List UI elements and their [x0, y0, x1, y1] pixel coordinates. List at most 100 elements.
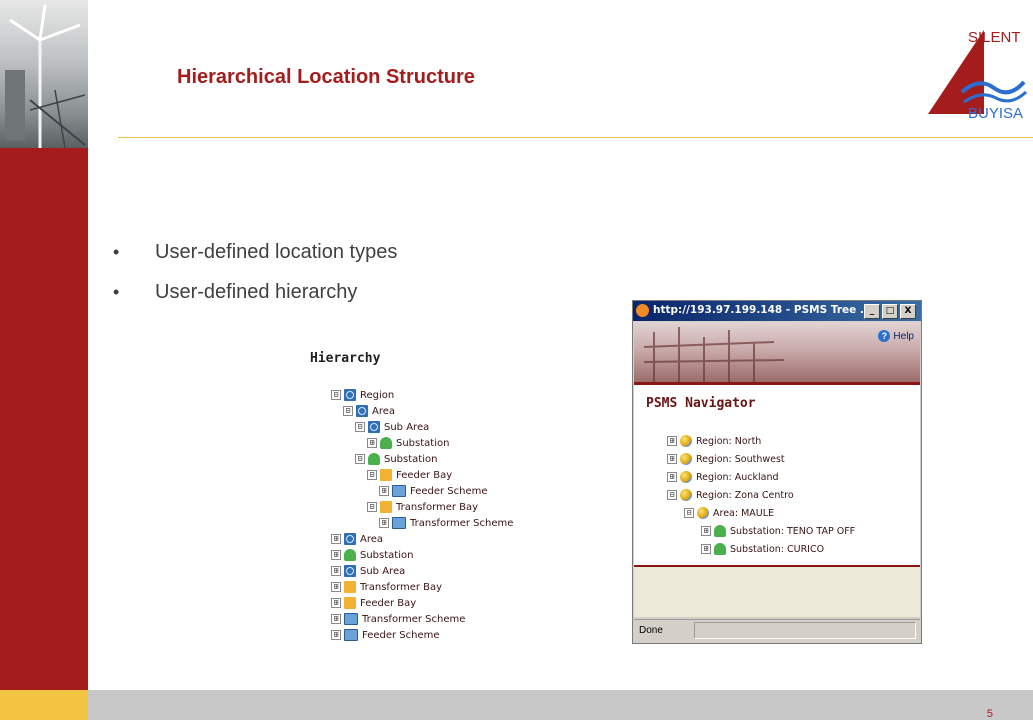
tree-node-label: Area	[360, 533, 384, 545]
tree-node[interactable]: ⊟ Area	[343, 403, 395, 419]
tree-node[interactable]: ⊞ Area	[331, 531, 383, 547]
navigator-node[interactable]: ⊟ Region: Zona Centro	[667, 487, 794, 503]
collapse-toggle-icon[interactable]: ⊟	[355, 454, 365, 464]
expand-toggle-icon[interactable]: ⊞	[667, 454, 677, 464]
bullet-list: • User-defined location types • User-defin…	[113, 236, 397, 316]
tree-node[interactable]: ⊟ Transformer Bay	[367, 499, 478, 515]
scheme-icon	[392, 485, 406, 497]
tree-node[interactable]: ⊞ Substation	[367, 435, 449, 451]
expand-toggle-icon[interactable]: ⊞	[701, 526, 711, 536]
slide-title: Hierarchical Location Structure	[177, 66, 475, 88]
browser-titlebar[interactable]: http://193.97.199.148 - PSMS Tree ... _ …	[633, 301, 921, 321]
bullet-item: • User-defined location types	[113, 236, 397, 276]
collapse-toggle-icon[interactable]: ⊟	[343, 406, 353, 416]
navigator-node[interactable]: ⊞ Region: North	[667, 433, 761, 449]
footer-bar	[88, 690, 1033, 720]
tree-node-label: Feeder Bay	[396, 469, 453, 481]
navigator-node-label: Region: Southwest	[696, 453, 785, 465]
tree-node[interactable]: ⊞ Transformer Scheme	[331, 611, 465, 627]
navigator-title: PSMS Navigator	[646, 396, 756, 411]
area-icon	[344, 565, 356, 577]
substation-icon	[344, 549, 356, 561]
expand-toggle-icon[interactable]: ⊞	[367, 438, 377, 448]
digsilent-buyisa-logo: SILENT DIG BUYISA	[928, 29, 1028, 122]
tree-node[interactable]: ⊞ Substation	[331, 547, 413, 563]
navigator-node[interactable]: ⊟ Area: MAULE	[684, 505, 774, 521]
tree-node[interactable]: ⊟ Region	[331, 387, 394, 403]
tree-node-label: Region	[360, 389, 395, 401]
globe-icon	[680, 435, 692, 447]
logo-top-text: SILENT	[968, 29, 1021, 46]
expand-toggle-icon[interactable]: ⊞	[331, 614, 341, 624]
tree-node-label: Substation	[360, 549, 414, 561]
tree-node-label: Sub Area	[360, 565, 406, 577]
browser-window: http://193.97.199.148 - PSMS Tree ... _ …	[632, 300, 922, 644]
tree-node-label: Feeder Scheme	[410, 485, 488, 497]
bullet-text: User-defined location types	[155, 241, 398, 263]
bullet-text: User-defined hierarchy	[155, 281, 358, 303]
globe-icon	[680, 453, 692, 465]
expand-toggle-icon[interactable]: ⊞	[667, 436, 677, 446]
area-icon	[368, 421, 380, 433]
navigator-node-label: Region: Auckland	[696, 471, 779, 483]
scheme-icon	[392, 517, 406, 529]
browser-content: PSMS Navigator ⊞ Region: North ⊞ Region: So…	[634, 385, 920, 565]
navigator-node-label: Region: North	[696, 435, 762, 447]
title-divider	[118, 137, 1033, 138]
expand-toggle-icon[interactable]: ⊞	[379, 486, 389, 496]
wind-turbine-illustration	[5, 4, 86, 148]
close-button[interactable]: X	[900, 304, 916, 319]
status-cell	[694, 622, 916, 639]
tree-node[interactable]: ⊟ Sub Area	[355, 419, 429, 435]
expand-toggle-icon[interactable]: ⊞	[331, 598, 341, 608]
collapse-toggle-icon[interactable]: ⊟	[355, 422, 365, 432]
status-text: Done	[639, 625, 663, 636]
bullet-icon: •	[113, 242, 120, 262]
scheme-icon	[344, 629, 358, 641]
tree-node-label: Transformer Bay	[360, 581, 443, 593]
tree-node-label: Feeder Scheme	[362, 629, 440, 641]
expand-toggle-icon[interactable]: ⊞	[331, 630, 341, 640]
tree-node[interactable]: ⊞ Feeder Scheme	[331, 627, 440, 643]
collapse-toggle-icon[interactable]: ⊟	[684, 508, 694, 518]
collapse-toggle-icon[interactable]: ⊟	[667, 490, 677, 500]
expand-toggle-icon[interactable]: ⊞	[331, 550, 341, 560]
logo-side-text: DIG	[928, 55, 945, 82]
expand-toggle-icon[interactable]: ⊞	[667, 472, 677, 482]
navigator-node[interactable]: ⊞ Substation: TENO TAP OFF	[701, 523, 855, 539]
tree-node[interactable]: ⊟ Substation	[355, 451, 437, 467]
navigator-node[interactable]: ⊞ Region: Southwest	[667, 451, 785, 467]
browser-banner: ? Help	[634, 322, 920, 382]
tree-node[interactable]: ⊞ Transformer Scheme	[379, 515, 513, 531]
navigator-node-label: Region: Zona Centro	[696, 489, 794, 501]
status-bar: Done	[634, 619, 920, 642]
tree-node[interactable]: ⊞ Feeder Bay	[331, 595, 416, 611]
navigator-node[interactable]: ⊞ Substation: CURICO	[701, 541, 824, 557]
help-link[interactable]: ? Help	[878, 330, 914, 342]
collapse-toggle-icon[interactable]: ⊟	[367, 502, 377, 512]
tree-node[interactable]: ⊞ Transformer Bay	[331, 579, 442, 595]
expand-toggle-icon[interactable]: ⊞	[701, 544, 711, 554]
minimize-button[interactable]: _	[864, 304, 880, 319]
navigator-node[interactable]: ⊞ Region: Auckland	[667, 469, 779, 485]
page-number: 5	[986, 708, 993, 720]
expand-toggle-icon[interactable]: ⊞	[331, 566, 341, 576]
expand-toggle-icon[interactable]: ⊞	[331, 582, 341, 592]
tree-node-label: Transformer Scheme	[362, 613, 466, 625]
tree-node-label: Feeder Bay	[360, 597, 417, 609]
expand-toggle-icon[interactable]: ⊞	[379, 518, 389, 528]
maximize-button[interactable]: □	[882, 304, 898, 319]
tree-node[interactable]: ⊟ Feeder Bay	[367, 467, 452, 483]
tree-node[interactable]: ⊞ Sub Area	[331, 563, 405, 579]
globe-icon	[680, 489, 692, 501]
help-icon: ?	[878, 330, 891, 342]
scheme-icon	[344, 613, 358, 625]
firefox-icon	[636, 304, 649, 317]
expand-toggle-icon[interactable]: ⊞	[331, 534, 341, 544]
collapse-toggle-icon[interactable]: ⊟	[331, 390, 341, 400]
browser-empty-area	[634, 567, 920, 617]
tree-node-label: Substation	[396, 437, 450, 449]
tree-node[interactable]: ⊞ Feeder Scheme	[379, 483, 488, 499]
slide: 5 Hierarchical Location Structure SILENT…	[0, 0, 1033, 720]
collapse-toggle-icon[interactable]: ⊟	[367, 470, 377, 480]
